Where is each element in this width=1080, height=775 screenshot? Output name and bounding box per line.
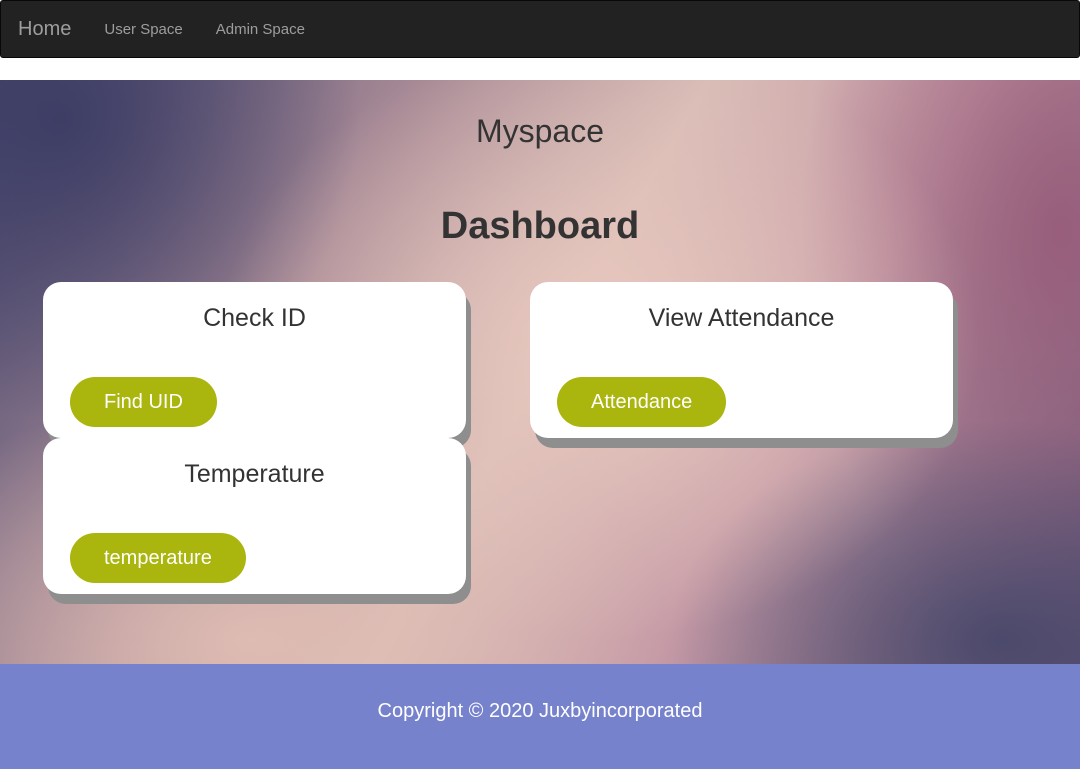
- footer: Copyright © 2020 Juxbyincorporated: [0, 664, 1080, 769]
- check-id-card: Check ID Find UID: [43, 282, 466, 438]
- attendance-button[interactable]: Attendance: [557, 377, 727, 427]
- temperature-card: Temperature temperature: [43, 438, 466, 594]
- check-id-card-title: Check ID: [203, 304, 306, 332]
- temperature-card-title: Temperature: [184, 460, 325, 488]
- hero-section: Myspace Dashboard Check ID Find UID View…: [0, 80, 1080, 664]
- view-attendance-card-title: View Attendance: [648, 304, 835, 332]
- temperature-button[interactable]: temperature: [70, 533, 246, 583]
- copyright-text: Copyright © 2020 Juxbyincorporated: [377, 700, 703, 722]
- view-attendance-card: View Attendance Attendance: [530, 282, 953, 438]
- find-uid-button[interactable]: Find UID: [70, 377, 217, 427]
- nav-user-space-link[interactable]: User Space: [104, 21, 182, 38]
- top-navbar: Home User Space Admin Space: [0, 0, 1080, 58]
- dashboard-title: Dashboard: [440, 205, 640, 247]
- nav-home-link[interactable]: Home: [18, 18, 71, 41]
- nav-admin-space-link[interactable]: Admin Space: [216, 21, 305, 38]
- site-title: Myspace: [475, 113, 605, 149]
